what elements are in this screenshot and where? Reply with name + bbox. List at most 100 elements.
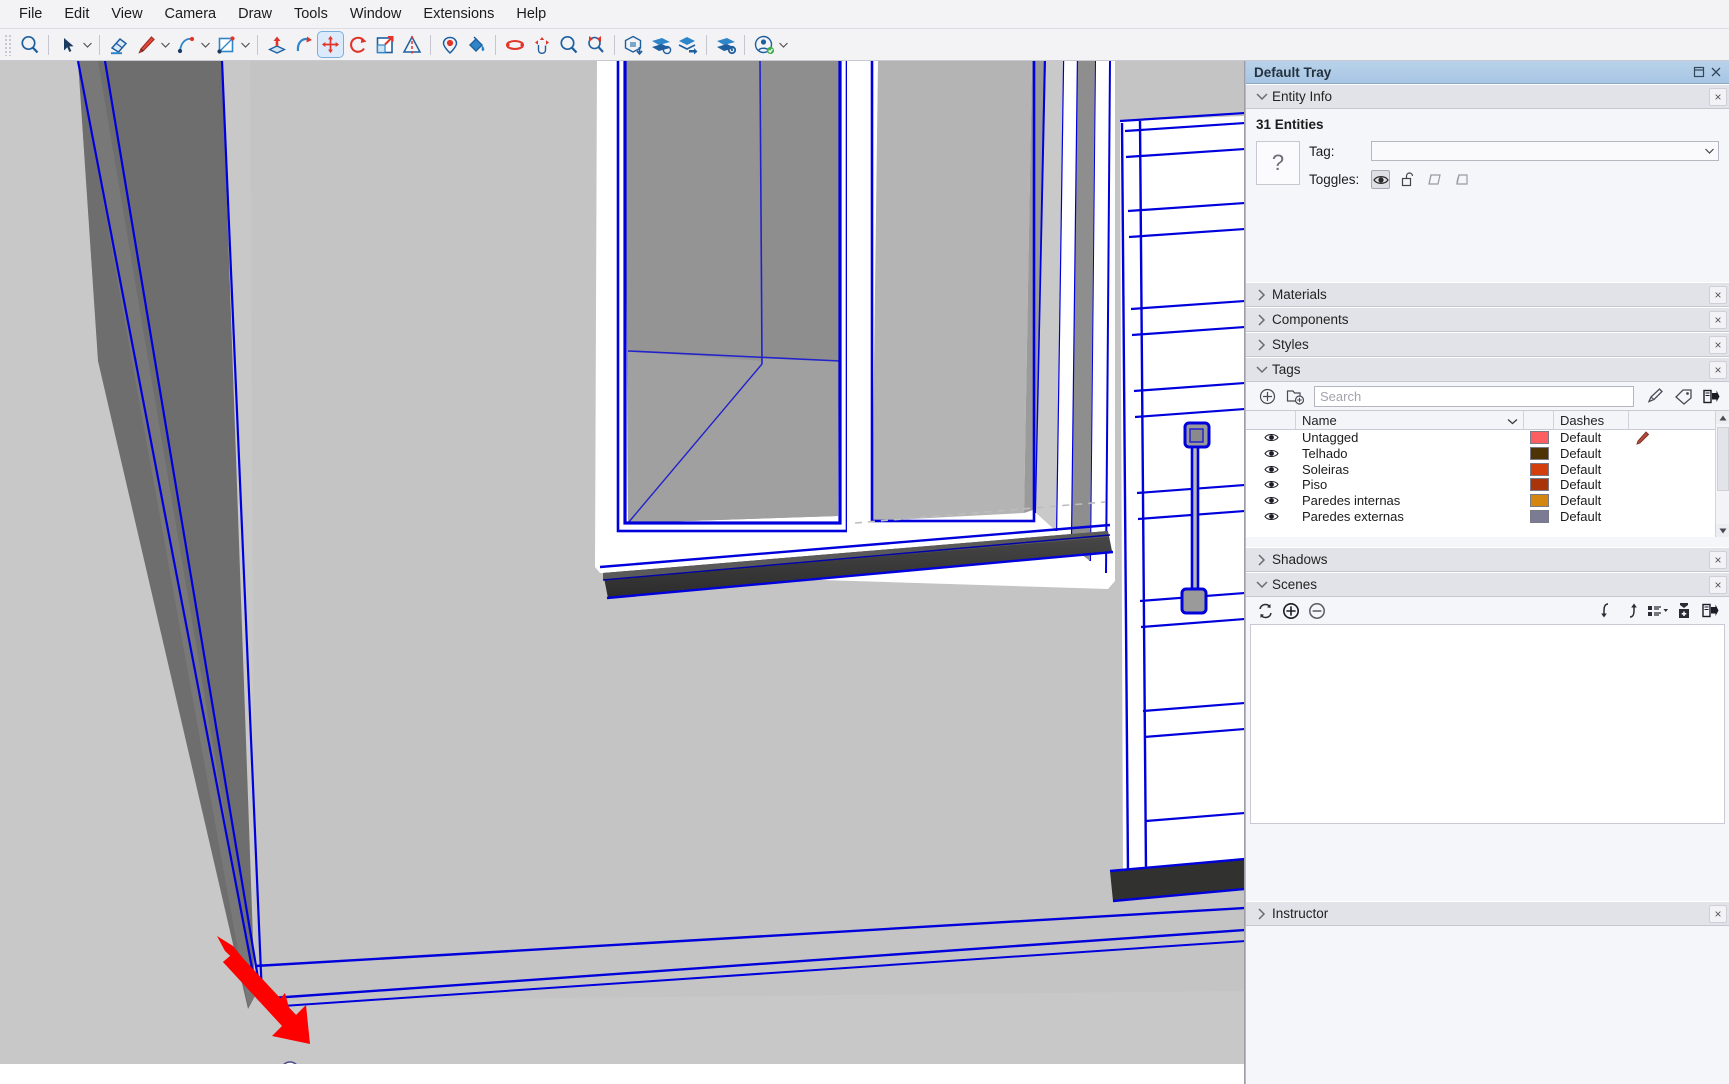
add-tag-folder-icon[interactable] (1284, 385, 1306, 407)
view-options-icon[interactable] (1647, 600, 1669, 622)
tag-visibility-eye-icon[interactable] (1246, 477, 1296, 493)
menu-item-help[interactable]: Help (505, 3, 557, 25)
menu-item-file[interactable]: File (8, 3, 53, 25)
select-arrow-icon[interactable] (54, 31, 81, 58)
close-panel-styles[interactable]: × (1709, 335, 1727, 354)
tags-search-box[interactable] (1314, 385, 1634, 407)
tags-scrollbar[interactable] (1715, 411, 1729, 538)
menu-item-edit[interactable]: Edit (53, 3, 100, 25)
section-plane-icon[interactable] (647, 31, 674, 58)
close-panel-instructor[interactable]: × (1709, 904, 1727, 923)
chevron-down-icon[interactable] (1701, 142, 1718, 160)
tag-active-cell[interactable] (1629, 446, 1729, 462)
model-viewport[interactable] (0, 61, 1245, 1084)
menu-item-tools[interactable]: Tools (283, 3, 339, 25)
tape-measure-icon[interactable] (398, 31, 425, 58)
menu-item-view[interactable]: View (100, 3, 153, 25)
tag-visibility-eye-icon[interactable] (1246, 446, 1296, 462)
close-panel-entity-info[interactable]: × (1709, 87, 1727, 106)
unlocked-padlock-icon[interactable] (1398, 170, 1417, 189)
zoom-extents-icon[interactable] (582, 31, 609, 58)
eraser-icon[interactable] (105, 31, 132, 58)
close-panel-components[interactable]: × (1709, 310, 1727, 329)
scrollbar-thumb[interactable] (1717, 427, 1729, 491)
rectangle-dropdown-icon[interactable] (239, 31, 252, 58)
sort-chevron-down-icon[interactable] (1507, 413, 1518, 428)
tag-visibility-eye-icon[interactable] (1246, 461, 1296, 477)
tag-color-swatch[interactable] (1524, 430, 1554, 446)
add-tag-icon[interactable] (1256, 385, 1278, 407)
tag-name[interactable]: Untagged (1296, 430, 1524, 446)
panel-header-scenes[interactable]: Scenes × (1246, 572, 1729, 598)
select-dropdown-icon[interactable] (81, 31, 94, 58)
tags-empty-area[interactable] (1246, 524, 1729, 538)
followme-icon[interactable] (290, 31, 317, 58)
column-color[interactable] (1524, 411, 1554, 429)
tag-dashes[interactable]: Default (1554, 477, 1629, 493)
column-dashes[interactable]: Dashes (1554, 411, 1629, 429)
zoom-icon[interactable] (555, 31, 582, 58)
tag-dashes[interactable]: Default (1554, 446, 1629, 462)
panel-header-tags[interactable]: Tags × (1246, 357, 1729, 382)
panel-header-materials[interactable]: Materials × (1246, 282, 1729, 307)
panel-header-components[interactable]: Components × (1246, 307, 1729, 332)
remove-scene-icon[interactable] (1306, 600, 1328, 622)
column-active[interactable] (1629, 411, 1729, 429)
menu-item-extensions[interactable]: Extensions (412, 3, 505, 25)
scroll-up-arrow-icon[interactable] (1716, 411, 1729, 424)
tag-active-cell[interactable] (1629, 477, 1729, 493)
refresh-scene-icon[interactable] (1254, 600, 1276, 622)
rotate-icon[interactable] (344, 31, 371, 58)
tag-active-cell[interactable] (1629, 493, 1729, 509)
line-pencil-icon[interactable] (132, 31, 159, 58)
tag-dashes[interactable]: Default (1554, 493, 1629, 509)
scene-thumbnail-icon[interactable] (1673, 600, 1695, 622)
scenes-list[interactable] (1250, 624, 1725, 825)
pushpull-icon[interactable] (263, 31, 290, 58)
rectangle-icon[interactable] (212, 31, 239, 58)
scale-icon[interactable] (371, 31, 398, 58)
tag-active-cell[interactable] (1629, 508, 1729, 524)
tag-color-icon[interactable] (1672, 385, 1694, 407)
tag-visibility-eye-icon[interactable] (1246, 493, 1296, 509)
model-info-icon[interactable] (620, 31, 647, 58)
position-camera-icon[interactable] (436, 31, 463, 58)
tag-color-swatch[interactable] (1524, 461, 1554, 477)
tag-color-swatch[interactable] (1524, 493, 1554, 509)
menu-item-draw[interactable]: Draw (227, 3, 283, 25)
table-row[interactable]: Paredes internas Default (1246, 493, 1729, 509)
tag-visibility-eye-icon[interactable] (1246, 430, 1296, 446)
table-row[interactable]: Piso Default (1246, 477, 1729, 493)
select-all-tag-icon[interactable] (1644, 385, 1666, 407)
panel-header-instructor[interactable]: Instructor × (1246, 901, 1729, 926)
menu-item-camera[interactable]: Camera (154, 3, 228, 25)
column-name[interactable]: Name (1296, 411, 1524, 429)
table-row[interactable]: Telhado Default (1246, 446, 1729, 462)
tag-name[interactable]: Piso (1296, 477, 1524, 493)
table-row[interactable]: Soleiras Default (1246, 461, 1729, 477)
tag-active-pencil-icon[interactable] (1629, 430, 1729, 446)
line-dropdown-icon[interactable] (159, 31, 172, 58)
tag-name[interactable]: Soleiras (1296, 461, 1524, 477)
tag-name[interactable]: Telhado (1296, 446, 1524, 462)
move-scene-down-icon[interactable] (1595, 600, 1617, 622)
column-visibility[interactable] (1246, 411, 1296, 429)
tag-name[interactable]: Paredes internas (1296, 493, 1524, 509)
tags-details-icon[interactable] (1700, 385, 1722, 407)
zoom-extents-magnifier-icon[interactable] (16, 31, 43, 58)
visible-eye-icon[interactable] (1371, 170, 1390, 189)
arc-icon[interactable] (172, 31, 199, 58)
tag-name[interactable]: Paredes externas (1296, 508, 1524, 524)
close-panel-materials[interactable]: × (1709, 285, 1727, 304)
tag-select[interactable] (1371, 141, 1719, 161)
panel-header-shadows[interactable]: Shadows × (1246, 547, 1729, 573)
scroll-down-arrow-icon[interactable] (1716, 524, 1729, 538)
toolbar-grip[interactable] (4, 33, 13, 56)
panel-header-entity-info[interactable]: Entity Info × (1246, 84, 1729, 109)
tag-dashes[interactable]: Default (1554, 430, 1629, 446)
tags-search-input[interactable] (1320, 388, 1633, 404)
scene-details-icon[interactable] (1699, 600, 1721, 622)
tag-color-swatch[interactable] (1524, 508, 1554, 524)
move-scene-up-icon[interactable] (1621, 600, 1643, 622)
close-panel-scenes[interactable]: × (1709, 575, 1727, 594)
